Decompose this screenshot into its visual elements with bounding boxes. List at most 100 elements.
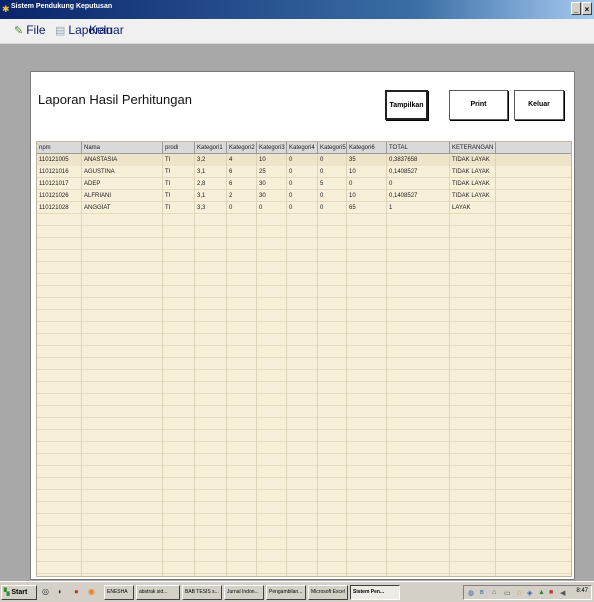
grid-cell-nama[interactable]: ANGGIAT: [82, 202, 163, 214]
grid-cell-prodi[interactable]: TI: [163, 166, 195, 178]
grid-cell-keterangan[interactable]: TIDAK LAYAK: [450, 190, 496, 202]
column-header-prodi[interactable]: prodi: [163, 142, 195, 154]
grid-cell-kategori6[interactable]: 35: [347, 154, 387, 166]
bluetooth-icon[interactable]: ʙ: [480, 589, 484, 596]
grid-cell-kategori2[interactable]: 6: [227, 178, 257, 190]
grid-cell-total[interactable]: 0: [387, 178, 450, 190]
grid-cell-keterangan[interactable]: TIDAK LAYAK: [450, 178, 496, 190]
grid-cell-kategori1[interactable]: 3,2: [195, 154, 227, 166]
grid-cell-kategori1[interactable]: 3,1: [195, 190, 227, 202]
grid-cell-kategori2[interactable]: 4: [227, 154, 257, 166]
window-titlebar[interactable]: ✱ Sistem Pendukung Keputusan _ ×: [0, 0, 594, 19]
column-header-total[interactable]: TOTAL: [387, 142, 450, 154]
grid-cell-nama[interactable]: ADEP: [82, 178, 163, 190]
grid-cell-kategori4[interactable]: 0: [287, 190, 318, 202]
close-button[interactable]: ×: [582, 2, 592, 15]
grid-cell-keterangan[interactable]: TIDAK LAYAK: [450, 166, 496, 178]
menu-keluar[interactable]: Keluar: [89, 23, 124, 37]
security-icon[interactable]: ▲: [538, 589, 545, 596]
grid-cell-prodi[interactable]: TI: [163, 178, 195, 190]
grid-cell-kategori4[interactable]: 0: [287, 154, 318, 166]
grid-cell-kategori5[interactable]: 0: [318, 202, 347, 214]
grid-cell-kategori2[interactable]: 6: [227, 166, 257, 178]
grid-cell-kategori4[interactable]: 0: [287, 202, 318, 214]
grid-cell-total[interactable]: 0,1408527: [387, 166, 450, 178]
grid-cell-kategori5[interactable]: 0: [318, 154, 347, 166]
taskbar-button[interactable]: ENESHA: [104, 585, 134, 600]
taskbar-button[interactable]: Sistem Pen...: [350, 585, 400, 600]
column-header-kategori1[interactable]: Kategori1: [195, 142, 227, 154]
grid-cell-npm[interactable]: 110121016: [37, 166, 82, 178]
grid-cell-kategori4[interactable]: 0: [287, 166, 318, 178]
taskbar-button[interactable]: Jurnal Indon...: [224, 585, 264, 600]
grid-cell-total[interactable]: 1: [387, 202, 450, 214]
grid-cell-kategori6[interactable]: 0: [347, 178, 387, 190]
grid-cell-nama[interactable]: ANASTASIA: [82, 154, 163, 166]
firefox-icon[interactable]: ◉: [88, 587, 95, 596]
update-icon[interactable]: ◈: [527, 589, 532, 597]
antivirus-icon[interactable]: ■: [549, 589, 553, 596]
grid-cell-kategori1[interactable]: 2,8: [195, 178, 227, 190]
menu-file[interactable]: ✎ File: [14, 23, 46, 37]
volume-icon[interactable]: ◀: [560, 589, 565, 597]
column-header-kategori5[interactable]: Kategori5: [318, 142, 347, 154]
grid-cell-kategori5[interactable]: 5: [318, 178, 347, 190]
taskbar-button[interactable]: BAB TESIS s...: [182, 585, 222, 600]
taskbar-button[interactable]: Microsoft Excel: [308, 585, 348, 600]
keluar-button[interactable]: Keluar: [514, 90, 564, 120]
column-header-npm[interactable]: npm: [37, 142, 82, 154]
star-icon[interactable]: ☆: [516, 589, 522, 597]
clock: 8:47: [576, 588, 588, 594]
media-icon[interactable]: ◐: [58, 587, 63, 596]
start-button[interactable]: ▚ Start: [1, 585, 37, 600]
grid-cell-total[interactable]: 0,1408527: [387, 190, 450, 202]
ie-icon[interactable]: ◎: [42, 587, 49, 596]
grid-cell-kategori6[interactable]: 10: [347, 190, 387, 202]
grid-cell-kategori6[interactable]: 65: [347, 202, 387, 214]
column-header-nama[interactable]: Nama: [82, 142, 163, 154]
taskbar-button[interactable]: abstrak sid...: [136, 585, 180, 600]
grid-cell-kategori3[interactable]: 25: [257, 166, 287, 178]
grid-cell-prodi[interactable]: TI: [163, 154, 195, 166]
grid-cell-kategori2[interactable]: 2: [227, 190, 257, 202]
column-header-keterangan[interactable]: KETERANGAN: [450, 142, 496, 154]
grid-cell-total[interactable]: 0,3837658: [387, 154, 450, 166]
grid-cell-npm[interactable]: 110121026: [37, 190, 82, 202]
grid-cell-npm[interactable]: 110121017: [37, 178, 82, 190]
grid-cell-kategori5[interactable]: 0: [318, 166, 347, 178]
print-button[interactable]: Print: [449, 90, 508, 120]
grid-cell-kategori1[interactable]: 3,1: [195, 166, 227, 178]
network-icon[interactable]: ◍: [468, 589, 474, 597]
grid-cell-kategori1[interactable]: 3,3: [195, 202, 227, 214]
grid-cell-nama[interactable]: ALFRIANI: [82, 190, 163, 202]
usb-icon[interactable]: ⌂: [492, 589, 496, 596]
grid-cell-kategori2[interactable]: 0: [227, 202, 257, 214]
grid-cell-prodi[interactable]: TI: [163, 202, 195, 214]
grid-cell-kategori4[interactable]: 0: [287, 178, 318, 190]
grid-cell-kategori3[interactable]: 0: [257, 202, 287, 214]
shield-icon[interactable]: ●: [74, 587, 79, 596]
grid-cell-kategori6[interactable]: 10: [347, 166, 387, 178]
grid-cell-kategori3[interactable]: 30: [257, 190, 287, 202]
tampilkan-button[interactable]: Tampilkan: [385, 90, 428, 120]
grid-cell-kategori5[interactable]: 0: [318, 190, 347, 202]
minimize-button[interactable]: _: [571, 2, 581, 15]
column-header-kategori3[interactable]: Kategori3: [257, 142, 287, 154]
monitor-icon[interactable]: ▭: [504, 589, 511, 597]
grid-cell-npm[interactable]: 110121005: [37, 154, 82, 166]
grid-cell-kategori3[interactable]: 10: [257, 154, 287, 166]
grid-cell-prodi[interactable]: TI: [163, 190, 195, 202]
report-title: Laporan Hasil Perhitungan: [38, 92, 192, 107]
column-header-kategori2[interactable]: Kategori2: [227, 142, 257, 154]
grid-header: npm Nama prodi Kategori1 Kategori2 Kategori3 K…: [37, 142, 571, 154]
grid-cell-nama[interactable]: AGUSTINA: [82, 166, 163, 178]
window-controls: _ ×: [571, 2, 592, 15]
grid-cell-kategori3[interactable]: 30: [257, 178, 287, 190]
results-grid[interactable]: npm Nama prodi Kategori1 Kategori2 Kategori3 K…: [36, 141, 572, 577]
grid-cell-npm[interactable]: 110121028: [37, 202, 82, 214]
column-header-kategori4[interactable]: Kategori4: [287, 142, 318, 154]
taskbar-button[interactable]: Pengambilan...: [266, 585, 306, 600]
grid-cell-keterangan[interactable]: TIDAK LAYAK: [450, 154, 496, 166]
column-header-kategori6[interactable]: Kategori6: [347, 142, 387, 154]
grid-cell-keterangan[interactable]: LAYAK: [450, 202, 496, 214]
